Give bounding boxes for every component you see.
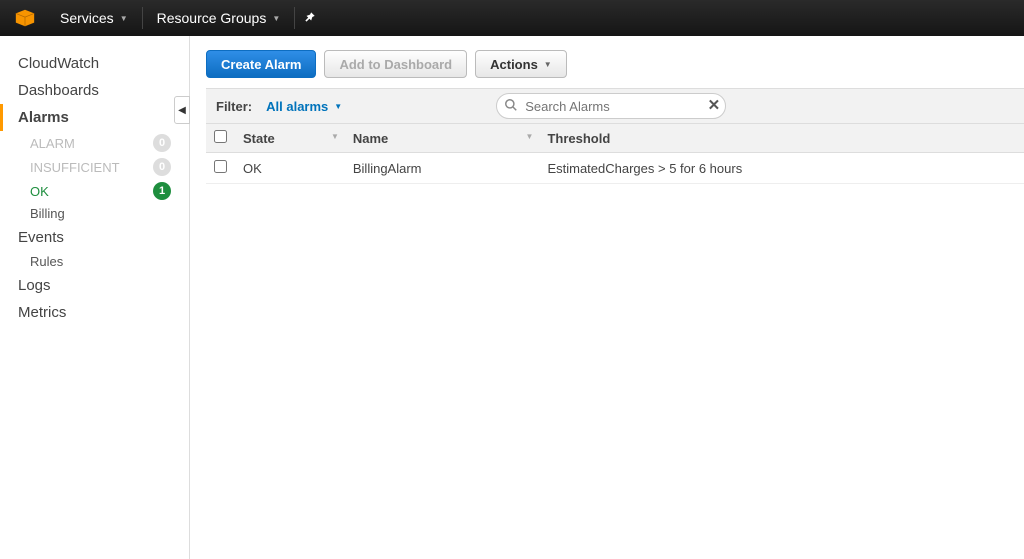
search-container: ✕ [496,93,726,119]
sidebar-item-cloudwatch[interactable]: CloudWatch [0,50,189,77]
sidebar-item-alarm-state-insufficient[interactable]: INSUFFICIENT 0 [0,155,189,179]
aws-logo-icon [14,7,36,29]
sidebar-item-dashboards[interactable]: Dashboards [0,77,189,104]
count-badge: 0 [153,158,171,176]
actions-dropdown-button[interactable]: Actions ▼ [475,50,567,78]
pin-icon[interactable] [303,10,317,27]
sidebar-item-alarm-state-alarm[interactable]: ALARM 0 [0,131,189,155]
toolbar: Create Alarm Add to Dashboard Actions ▼ [206,50,1024,78]
nav-services[interactable]: Services ▼ [50,0,138,36]
cell-name: BillingAlarm [345,153,540,184]
sidebar-sub-label: INSUFFICIENT [30,160,120,175]
sidebar-sub-label: Billing [30,206,65,221]
top-navigation: Services ▼ Resource Groups ▼ [0,0,1024,36]
column-header-label: Threshold [547,131,610,146]
filter-selected-value: All alarms [266,99,328,114]
sidebar-collapse-handle[interactable]: ◀ [174,96,190,124]
sidebar-item-alarm-state-ok[interactable]: OK 1 [0,179,189,203]
select-all-checkbox[interactable] [214,130,227,143]
close-icon[interactable]: ✕ [708,96,721,114]
nav-services-label: Services [60,10,114,26]
nav-separator [142,7,143,29]
column-header-checkbox[interactable] [206,124,235,153]
sidebar: CloudWatch Dashboards Alarms ALARM 0 INS… [0,36,190,559]
sidebar-item-metrics[interactable]: Metrics [0,299,189,326]
count-badge: 1 [153,182,171,200]
nav-separator [294,7,295,29]
sidebar-sub-label: Rules [30,254,63,269]
content-area: Create Alarm Add to Dashboard Actions ▼ … [190,36,1024,559]
chevron-down-icon: ▼ [272,14,280,23]
actions-label: Actions [490,57,538,72]
sidebar-item-billing[interactable]: Billing [0,203,189,224]
search-icon [504,98,518,115]
sidebar-item-logs[interactable]: Logs [0,272,189,299]
column-header-label: State [243,131,275,146]
add-to-dashboard-button[interactable]: Add to Dashboard [324,50,467,78]
alarms-table: State ▼ Name ▼ Threshold OK Billin [206,124,1024,184]
filter-bar: Filter: All alarms ▼ ✕ [206,88,1024,124]
sidebar-sub-label: OK [30,184,49,199]
nav-resource-groups-label: Resource Groups [157,10,267,26]
sidebar-item-events[interactable]: Events [0,224,189,251]
column-header-label: Name [353,131,388,146]
sidebar-sub-label: ALARM [30,136,75,151]
column-header-state[interactable]: State ▼ [235,124,345,153]
sort-caret-icon: ▼ [526,132,534,141]
filter-dropdown[interactable]: All alarms ▼ [266,99,342,114]
chevron-left-icon: ◀ [178,105,186,116]
column-header-name[interactable]: Name ▼ [345,124,540,153]
sort-caret-icon: ▼ [331,132,339,141]
count-badge: 0 [153,134,171,152]
nav-resource-groups[interactable]: Resource Groups ▼ [147,0,291,36]
table-row[interactable]: OK BillingAlarm EstimatedCharges > 5 for… [206,153,1024,184]
filter-label: Filter: [216,99,252,114]
cell-threshold: EstimatedCharges > 5 for 6 hours [539,153,1024,184]
sidebar-item-rules[interactable]: Rules [0,251,189,272]
chevron-down-icon: ▼ [544,60,552,69]
cell-state: OK [235,153,345,184]
search-input[interactable] [496,93,726,119]
row-checkbox[interactable] [214,160,227,173]
sidebar-item-alarms[interactable]: Alarms [0,104,189,131]
chevron-down-icon: ▼ [334,102,342,111]
column-header-threshold[interactable]: Threshold [539,124,1024,153]
chevron-down-icon: ▼ [120,14,128,23]
create-alarm-button[interactable]: Create Alarm [206,50,316,78]
